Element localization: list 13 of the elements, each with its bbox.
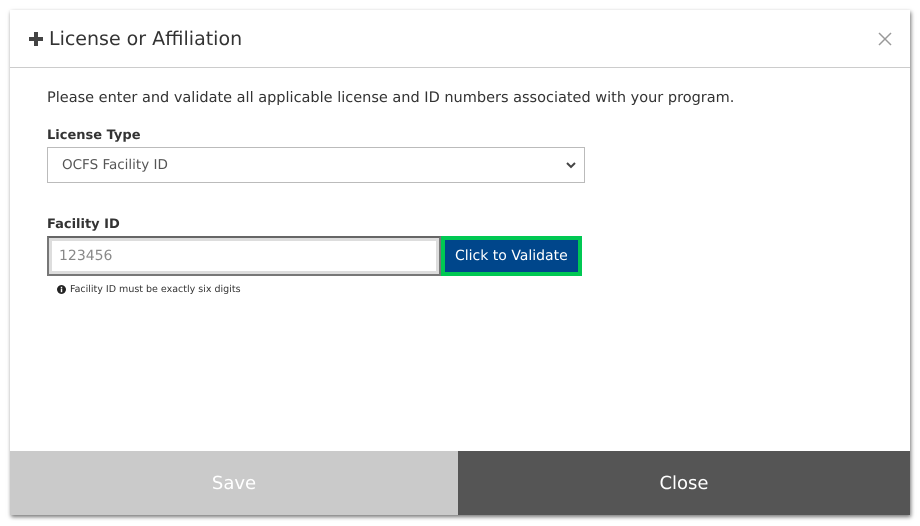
info-icon bbox=[57, 285, 66, 294]
field-label: License Type bbox=[47, 128, 142, 143]
dialog-title: License or Affiliation bbox=[49, 28, 242, 50]
chevron-down-icon bbox=[566, 161, 576, 169]
intro-text: Please enter and validate all applicable license and ID numbers associated with your program. bbox=[47, 90, 736, 106]
hint-text: Facility ID must be exactly six digits bbox=[70, 284, 241, 295]
license-type-dropdown[interactable]: OCFS Facility ID bbox=[47, 147, 585, 183]
plus-icon bbox=[29, 32, 43, 46]
close-button[interactable]: Close bbox=[458, 451, 910, 515]
validate-button[interactable]: Click to Validate bbox=[441, 236, 582, 276]
close-icon[interactable] bbox=[878, 32, 892, 46]
field-label: Facility ID bbox=[47, 217, 121, 232]
facility-id-field[interactable]: 123456 bbox=[47, 236, 441, 276]
